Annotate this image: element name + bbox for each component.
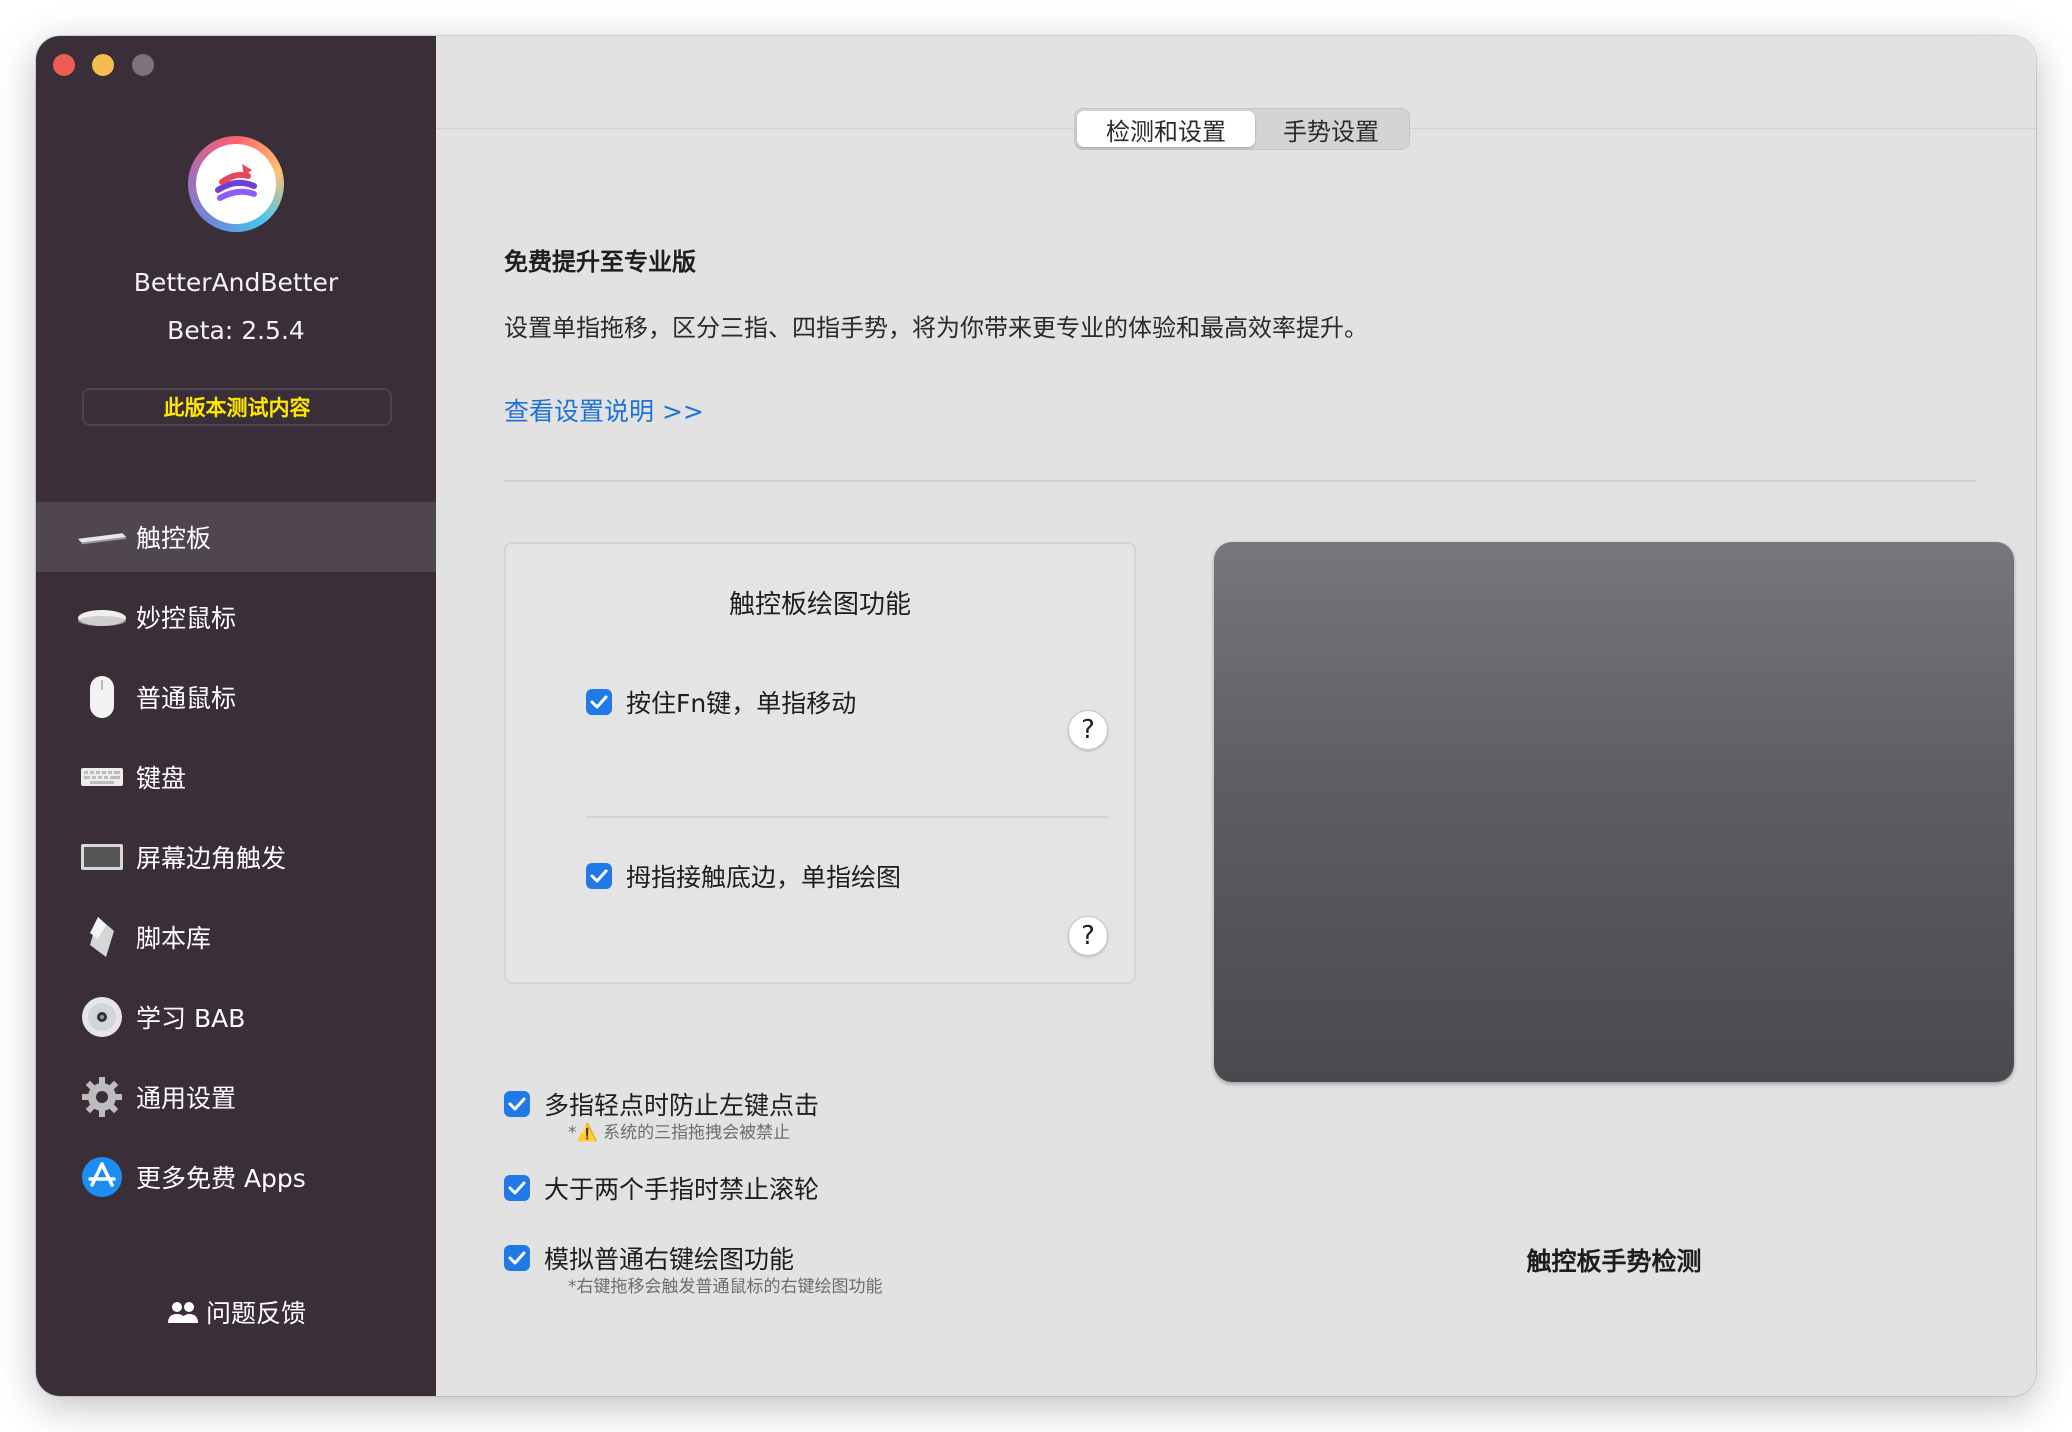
- sidebar-item-label: 妙控鼠标: [136, 604, 237, 633]
- disc-icon: [76, 995, 128, 1039]
- trackpad-gesture-detection-area[interactable]: [1214, 542, 2014, 1082]
- feedback-label: 问题反馈: [205, 1299, 306, 1328]
- sidebar-item-scripts[interactable]: 脚本库: [36, 902, 436, 972]
- trackpad-detection-caption: 触控板手势检测: [1526, 1247, 1702, 1276]
- main-content: 检测和设置 手势设置 免费提升至专业版 设置单指拖移，区分三指、四指手势，将为你…: [436, 36, 2036, 1396]
- sidebar-item-label: 屏幕边角触发: [136, 844, 287, 873]
- beta-content-button[interactable]: 此版本测试内容: [82, 388, 392, 426]
- app-store-icon: [76, 1155, 128, 1199]
- option-label: 拇指接触底边，单指绘图: [626, 863, 902, 892]
- help-button-fn-move[interactable]: ?: [1068, 710, 1108, 750]
- disable-scroll-checkbox[interactable]: [504, 1175, 530, 1201]
- thumb-edge-drawing-option[interactable]: 拇指接触底边，单指绘图: [586, 858, 901, 894]
- sidebar-item-keyboard[interactable]: 键盘: [36, 742, 436, 812]
- three-finger-drag-warning: *⚠️ 系统的三指拖拽会被禁止: [568, 1123, 791, 1143]
- sidebar-item-label: 学习 BAB: [136, 1004, 246, 1033]
- screen-corner-icon: [76, 835, 128, 879]
- app-name: BetterAndBetter: [133, 268, 339, 297]
- tab-gesture-settings[interactable]: 手势设置: [1255, 111, 1407, 147]
- option-label: 按住Fn键，单指移动: [626, 689, 857, 718]
- trackpad-icon: [76, 515, 128, 559]
- sidebar-item-general-settings[interactable]: 通用设置: [36, 1062, 436, 1132]
- zoom-window-button[interactable]: [132, 54, 154, 76]
- right-click-drawing-checkbox[interactable]: [504, 1245, 530, 1271]
- magic-mouse-icon: [76, 595, 128, 639]
- help-button-thumb-drawing[interactable]: ?: [1068, 916, 1108, 956]
- fn-move-checkbox[interactable]: [586, 689, 612, 715]
- view-instructions-link[interactable]: 查看设置说明 >>: [504, 392, 704, 428]
- app-version: Beta: 2.5.4: [167, 316, 305, 345]
- app-logo: [188, 136, 284, 232]
- drawing-panel-title: 触控板绘图功能: [728, 590, 911, 620]
- sidebar-item-label: 键盘: [136, 764, 187, 793]
- sidebar-item-more-apps[interactable]: 更多免费 Apps: [36, 1142, 436, 1212]
- promo-description: 设置单指拖移，区分三指、四指手势，将为你带来更专业的体验和最高效率提升。: [504, 314, 1368, 342]
- sidebar-item-screen-corners[interactable]: 屏幕边角触发: [36, 822, 436, 892]
- thumb-drawing-checkbox[interactable]: [586, 863, 612, 889]
- sidebar: BetterAndBetter Beta: 2.5.4 此版本测试内容 触控板 …: [36, 36, 436, 1396]
- sidebar-item-magic-mouse[interactable]: 妙控鼠标: [36, 582, 436, 652]
- sidebar-item-label: 普通鼠标: [136, 684, 237, 713]
- fn-single-finger-move-option[interactable]: 按住Fn键，单指移动: [586, 684, 856, 720]
- sidebar-item-label: 更多免费 Apps: [136, 1164, 306, 1193]
- panel-divider: [586, 816, 1108, 818]
- mouse-icon: [76, 675, 128, 719]
- option-label: 大于两个手指时禁止滚轮: [544, 1175, 820, 1204]
- sidebar-nav: 触控板 妙控鼠标 普通鼠标 键盘 屏幕边角触发 脚本库 学习 BAB 通用设置 …: [36, 502, 436, 1222]
- script-icon: [76, 915, 128, 959]
- gear-icon: [76, 1075, 128, 1119]
- tab-detection-settings[interactable]: 检测和设置: [1077, 111, 1255, 147]
- app-logo-icon: [215, 164, 257, 201]
- users-icon: [167, 1302, 198, 1323]
- sidebar-item-trackpad[interactable]: 触控板: [36, 502, 436, 572]
- sidebar-item-label: 通用设置: [136, 1084, 237, 1113]
- right-click-drawing-option[interactable]: 模拟普通右键绘图功能: [504, 1240, 794, 1276]
- trackpad-drawing-panel: 触控板绘图功能 按住Fn键，单指移动 ? 拇指接触底边，单指绘图 ?: [504, 542, 1136, 984]
- prevent-left-click-option[interactable]: 多指轻点时防止左键点击: [504, 1086, 819, 1122]
- sidebar-item-learn-bab[interactable]: 学习 BAB: [36, 982, 436, 1052]
- disable-scroll-option[interactable]: 大于两个手指时禁止滚轮: [504, 1170, 819, 1206]
- option-label: 多指轻点时防止左键点击: [544, 1091, 820, 1120]
- promo-title: 免费提升至专业版: [504, 248, 696, 276]
- tab-control: 检测和设置 手势设置: [1074, 108, 1410, 150]
- close-window-button[interactable]: [53, 54, 75, 76]
- option-label: 模拟普通右键绘图功能: [544, 1245, 795, 1274]
- app-window: BetterAndBetter Beta: 2.5.4 此版本测试内容 触控板 …: [36, 36, 2036, 1396]
- keyboard-icon: [76, 755, 128, 799]
- prevent-left-click-checkbox[interactable]: [504, 1091, 530, 1117]
- sidebar-item-mouse[interactable]: 普通鼠标: [36, 662, 436, 732]
- section-divider: [504, 480, 1976, 482]
- sidebar-item-label: 脚本库: [136, 924, 212, 953]
- sidebar-item-label: 触控板: [136, 524, 212, 553]
- minimize-window-button[interactable]: [92, 54, 114, 76]
- right-click-drawing-note: *右键拖移会触发普通鼠标的右键绘图功能: [568, 1277, 883, 1297]
- feedback-button[interactable]: 问题反馈: [36, 1294, 436, 1330]
